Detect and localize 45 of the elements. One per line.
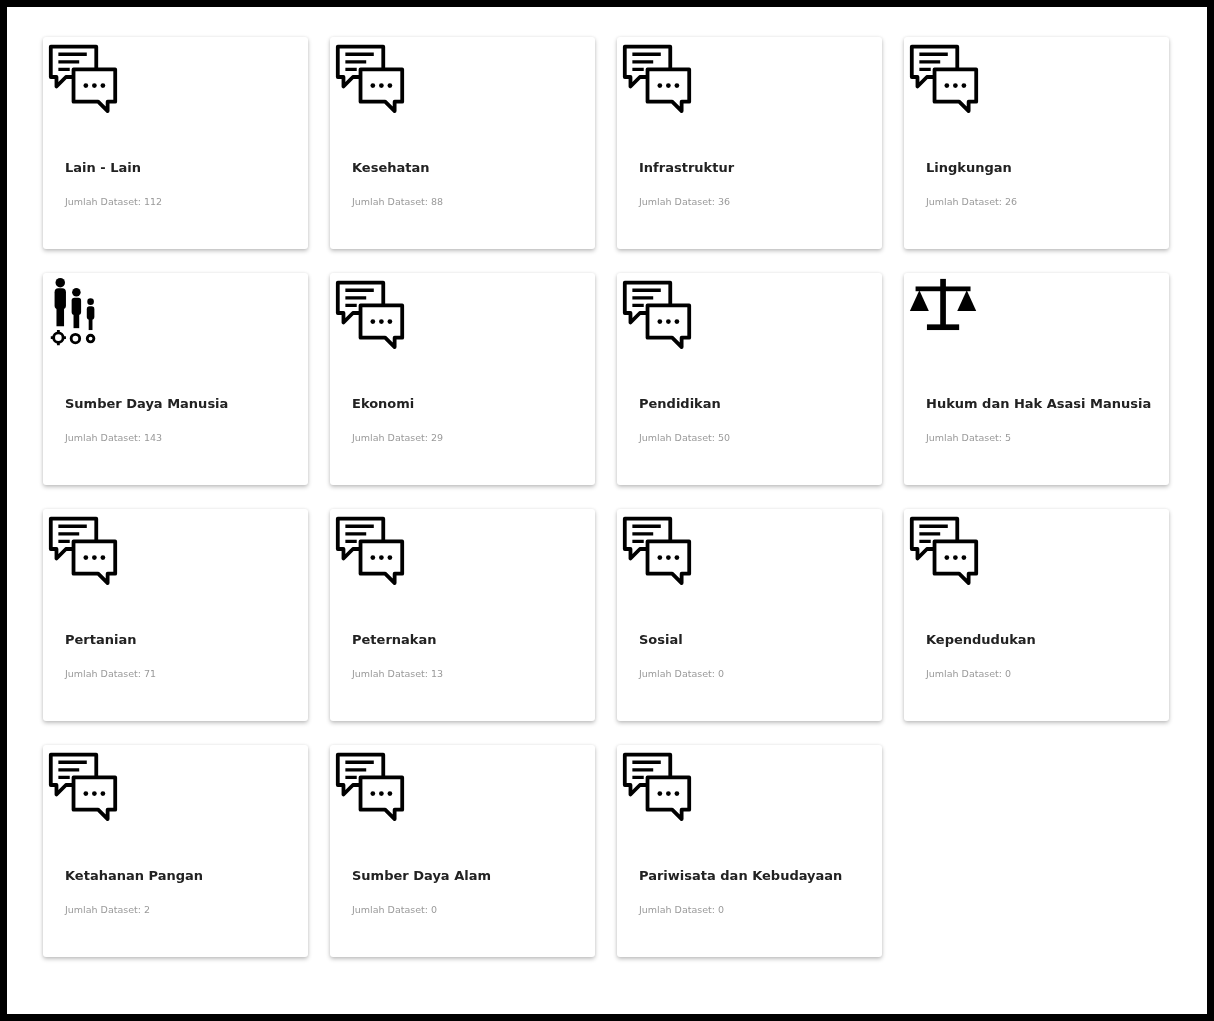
category-title: Sosial — [639, 631, 683, 649]
category-card[interactable]: Pariwisata dan Kebudayaan Jumlah Dataset: 0 — [617, 745, 882, 957]
category-title: Hukum dan Hak Asasi Manusia — [926, 395, 1152, 413]
category-title: Lain - Lain — [65, 159, 141, 177]
category-title: Lingkungan — [926, 159, 1012, 177]
category-card[interactable]: Ketahanan Pangan Jumlah Dataset: 2 — [43, 745, 308, 957]
dataset-count: Jumlah Dataset: 2 — [65, 902, 151, 917]
category-card[interactable]: Ekonomi Jumlah Dataset: 29 — [330, 273, 595, 485]
category-title: Sumber Daya Manusia — [65, 395, 229, 413]
dataset-count: Jumlah Dataset: 0 — [639, 666, 725, 681]
dataset-count: Jumlah Dataset: 143 — [65, 430, 163, 445]
category-card[interactable]: Lingkungan Jumlah Dataset: 26 — [904, 37, 1169, 249]
dataset-count: Jumlah Dataset: 71 — [65, 666, 157, 681]
category-title: Kependudukan — [926, 631, 1036, 649]
dataset-count: Jumlah Dataset: 5 — [926, 430, 1012, 445]
category-title: Kesehatan — [352, 159, 430, 177]
category-title: Ketahanan Pangan — [65, 867, 204, 885]
dataset-count: Jumlah Dataset: 0 — [352, 902, 438, 917]
dataset-count: Jumlah Dataset: 0 — [639, 902, 725, 917]
category-card[interactable]: Sumber Daya Manusia Jumlah Dataset: 143 — [43, 273, 308, 485]
category-title: Ekonomi — [352, 395, 415, 413]
category-title: Sumber Daya Alam — [352, 867, 491, 885]
category-card[interactable]: Pertanian Jumlah Dataset: 71 — [43, 509, 308, 721]
dataset-count: Jumlah Dataset: 88 — [352, 194, 444, 209]
dataset-count: Jumlah Dataset: 0 — [926, 666, 1012, 681]
category-card[interactable]: Peternakan Jumlah Dataset: 13 — [330, 509, 595, 721]
category-title: Pariwisata dan Kebudayaan — [639, 867, 843, 885]
category-title: Pendidikan — [639, 395, 721, 413]
category-card[interactable]: Hukum dan Hak Asasi Manusia Jumlah Dataset: 5 — [904, 273, 1169, 485]
dataset-count: Jumlah Dataset: 26 — [926, 194, 1018, 209]
category-card[interactable]: Infrastruktur Jumlah Dataset: 36 — [617, 37, 882, 249]
dataset-count: Jumlah Dataset: 36 — [639, 194, 731, 209]
category-card[interactable]: Sumber Daya Alam Jumlah Dataset: 0 — [330, 745, 595, 957]
dataset-count: Jumlah Dataset: 13 — [352, 666, 444, 681]
dataset-count: Jumlah Dataset: 50 — [639, 430, 731, 445]
category-title: Infrastruktur — [639, 159, 735, 177]
category-card[interactable]: Sosial Jumlah Dataset: 0 — [617, 509, 882, 721]
dataset-count: Jumlah Dataset: 112 — [65, 194, 163, 209]
category-title: Peternakan — [352, 631, 437, 649]
category-card[interactable]: Kesehatan Jumlah Dataset: 88 — [330, 37, 595, 249]
category-card[interactable]: Pendidikan Jumlah Dataset: 50 — [617, 273, 882, 485]
dataset-count: Jumlah Dataset: 29 — [352, 430, 444, 445]
category-card[interactable]: Lain - Lain Jumlah Dataset: 112 — [43, 37, 308, 249]
category-title: Pertanian — [65, 631, 137, 649]
category-card[interactable]: Kependudukan Jumlah Dataset: 0 — [904, 509, 1169, 721]
